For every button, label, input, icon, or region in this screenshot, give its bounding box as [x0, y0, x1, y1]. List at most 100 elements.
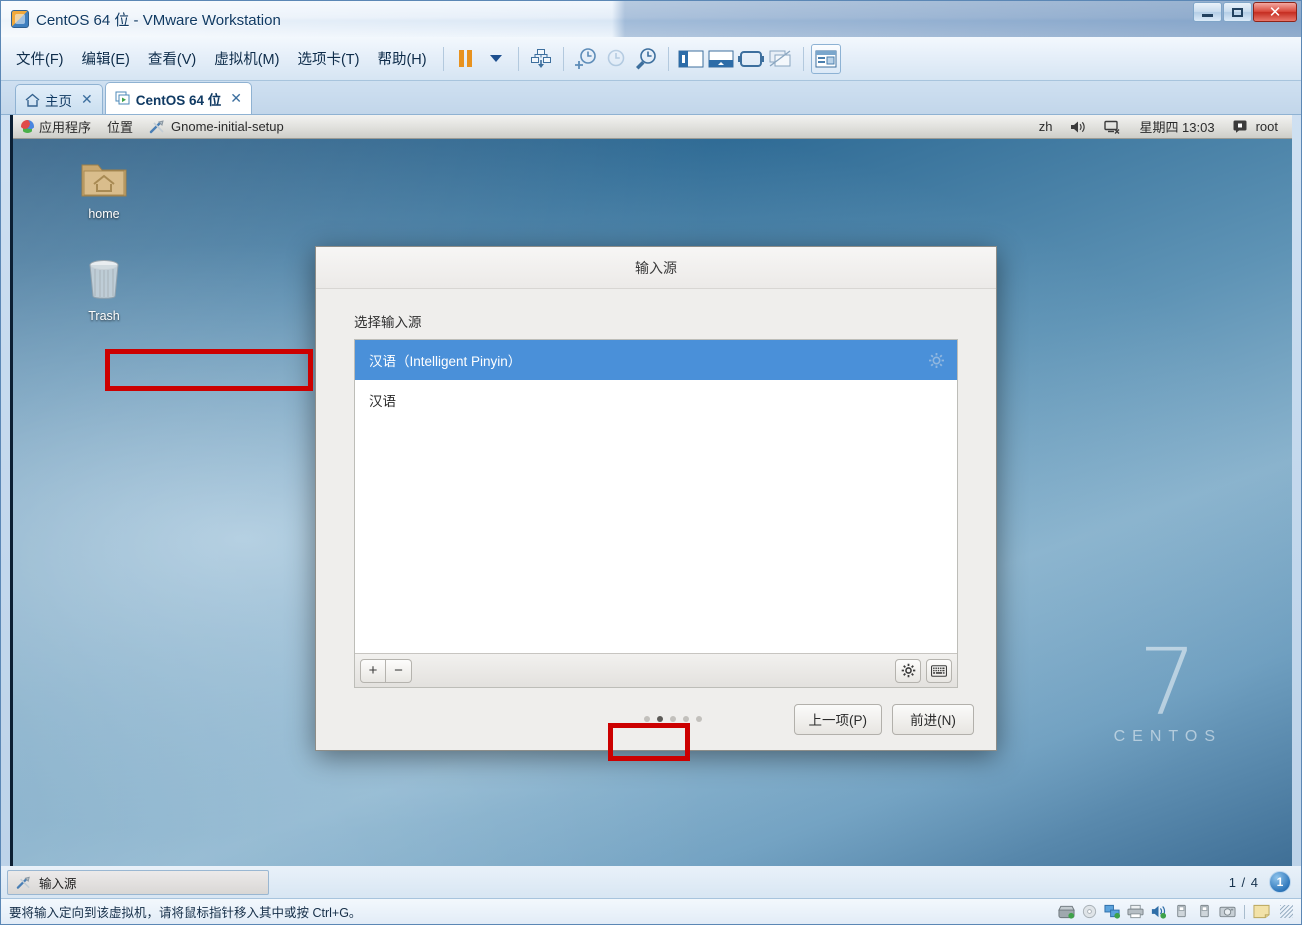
- volume-indicator[interactable]: [1062, 120, 1094, 134]
- cd-dvd-icon[interactable]: [1081, 904, 1098, 919]
- snapshot-manager-icon: [636, 48, 656, 70]
- page-dot: [683, 716, 689, 722]
- send-ctrl-alt-del-button[interactable]: [526, 44, 556, 74]
- tab-home-close-icon[interactable]: ✕: [81, 91, 93, 108]
- show-thumbnail-bar-button[interactable]: [810, 43, 841, 74]
- close-button[interactable]: ✕: [1253, 2, 1297, 22]
- toolbar-separator-4: [667, 46, 669, 71]
- menu-view[interactable]: 查看(V): [139, 44, 205, 73]
- show-sidebar-button[interactable]: [676, 44, 706, 74]
- pause-button[interactable]: [451, 44, 481, 74]
- centos-watermark-text: CENTOS: [1113, 728, 1222, 745]
- dialog-title-bar: 输入源: [316, 247, 996, 289]
- volume-icon: [1071, 121, 1086, 132]
- power-dropdown-button[interactable]: [481, 44, 511, 74]
- chevron-down-icon: [489, 55, 502, 62]
- status-message: 要将输入定向到该虚拟机，请将鼠标指针移入其中或按 Ctrl+G。: [9, 906, 362, 920]
- usb-device-2-icon[interactable]: [1196, 904, 1213, 919]
- pause-icon: [459, 50, 473, 67]
- vmware-icon: [11, 10, 29, 28]
- centos-watermark: 7 CENTOS: [1113, 636, 1222, 746]
- previous-button[interactable]: 上一项(P): [793, 703, 882, 735]
- gnome-applications-menu[interactable]: 应用程序: [13, 117, 99, 136]
- fullscreen-icon: [737, 50, 764, 67]
- keyboard-layout-indicator[interactable]: zh: [1031, 119, 1061, 134]
- gnome-active-window[interactable]: Gnome-initial-setup: [141, 119, 292, 134]
- maximize-icon: [1232, 7, 1243, 17]
- tab-home[interactable]: 主页 ✕: [15, 84, 103, 114]
- usb-device-icon[interactable]: [1173, 904, 1190, 919]
- tab-centos-close-icon[interactable]: ✕: [230, 90, 242, 107]
- guest-vm-screen[interactable]: 应用程序 位置 Gnome-initial-setup zh 星期四 13:03…: [10, 115, 1292, 866]
- show-thumbnail-bar-icon: [815, 50, 837, 67]
- revert-snapshot-button[interactable]: [601, 44, 631, 74]
- home-folder-icon: [61, 153, 147, 203]
- desktop-icon-home[interactable]: home: [61, 153, 147, 221]
- vmware-workstation-window: CentOS 64 位 - VMware Workstation ✕ 文件(F)…: [0, 0, 1302, 925]
- show-keyboard-layout-button[interactable]: [926, 658, 952, 683]
- window-controls: ✕: [1192, 2, 1297, 22]
- maximize-button[interactable]: [1223, 2, 1252, 22]
- dialog-footer: 上一项(P) 前进(N): [316, 688, 996, 750]
- menu-toolbar: 文件(F) 编辑(E) 查看(V) 虚拟机(M) 选项卡(T) 帮助(H): [1, 37, 1301, 81]
- menu-edit[interactable]: 编辑(E): [73, 44, 139, 73]
- gnome-places-menu[interactable]: 位置: [99, 117, 141, 136]
- workspace-badge[interactable]: 1: [1269, 871, 1291, 893]
- window-title-bar: CentOS 64 位 - VMware Workstation ✕: [1, 1, 1301, 37]
- show-console-icon: [708, 50, 734, 67]
- toolbar-separator-5: [802, 46, 804, 71]
- list-item-intelligent-pinyin[interactable]: 汉语（Intelligent Pinyin）: [355, 340, 957, 380]
- show-console-button[interactable]: [706, 44, 736, 74]
- input-source-list-frame: 汉语（Intelligent Pinyin） 汉语 + −: [354, 339, 958, 688]
- note-icon[interactable]: [1253, 904, 1270, 919]
- gnome-desktop[interactable]: 7 CENTOS home Trash 输入源 选择输入源 汉语（Intelli…: [13, 139, 1292, 866]
- sound-card-icon[interactable]: [1150, 904, 1167, 919]
- snapshot-revert-icon: [607, 49, 625, 67]
- next-button[interactable]: 前进(N): [892, 703, 974, 735]
- network-adapter-icon[interactable]: [1104, 904, 1121, 919]
- gear-icon: [901, 663, 915, 678]
- list-item-label: 汉语（Intelligent Pinyin）: [369, 354, 522, 369]
- resize-grip[interactable]: [1280, 905, 1293, 918]
- menu-tabs[interactable]: 选项卡(T): [288, 44, 368, 73]
- desktop-icon-trash-label: Trash: [88, 309, 120, 323]
- network-indicator[interactable]: [1096, 120, 1129, 134]
- clock[interactable]: 星期四 13:03: [1131, 117, 1222, 136]
- add-input-source-button[interactable]: +: [360, 658, 386, 683]
- vm-tab-strip: 主页 ✕ CentOS 64 位 ✕: [1, 81, 1301, 115]
- status-device-icons: [1058, 904, 1293, 919]
- send-ctrl-alt-del-icon: [530, 48, 551, 68]
- vm-taskbar: 输入源 1 / 4 1: [1, 866, 1301, 898]
- tab-centos[interactable]: CentOS 64 位 ✕: [104, 82, 252, 114]
- hard-disk-icon[interactable]: [1058, 904, 1075, 919]
- fullscreen-button[interactable]: [736, 44, 766, 74]
- menu-file[interactable]: 文件(F): [7, 44, 73, 73]
- user-menu[interactable]: root: [1225, 119, 1286, 134]
- workspace-counter: 1 / 4: [1228, 874, 1259, 890]
- menu-vm[interactable]: 虚拟机(M): [205, 44, 288, 73]
- gnome-top-panel: 应用程序 位置 Gnome-initial-setup zh 星期四 13:03…: [13, 115, 1292, 139]
- dialog-title: 输入源: [635, 259, 677, 276]
- input-source-preferences-button[interactable]: [895, 658, 921, 683]
- menu-help[interactable]: 帮助(H): [368, 44, 435, 73]
- printer-icon[interactable]: [1127, 904, 1144, 919]
- input-source-list-toolbar: + −: [355, 653, 957, 687]
- camera-icon[interactable]: [1219, 904, 1236, 919]
- remove-input-source-button[interactable]: −: [386, 658, 412, 683]
- take-snapshot-button[interactable]: [571, 44, 601, 74]
- desktop-icon-home-label: home: [88, 207, 120, 221]
- vmware-status-bar: 要将输入定向到该虚拟机，请将鼠标指针移入其中或按 Ctrl+G。: [1, 898, 1301, 924]
- unity-mode-button[interactable]: [766, 44, 796, 74]
- desktop-icon-trash[interactable]: Trash: [61, 255, 147, 323]
- minimize-button[interactable]: [1193, 2, 1222, 22]
- list-item-hanyu[interactable]: 汉语: [355, 380, 957, 420]
- taskbar-window-button[interactable]: 输入源: [7, 869, 269, 895]
- page-dot: [670, 716, 676, 722]
- show-sidebar-icon: [678, 50, 704, 67]
- list-item-label: 汉语: [369, 394, 396, 409]
- gear-icon[interactable]: [928, 352, 945, 369]
- snapshot-manager-button[interactable]: [631, 44, 661, 74]
- tab-home-label: 主页: [45, 93, 72, 109]
- unity-mode-icon: [769, 49, 791, 67]
- close-icon: ✕: [1268, 4, 1282, 21]
